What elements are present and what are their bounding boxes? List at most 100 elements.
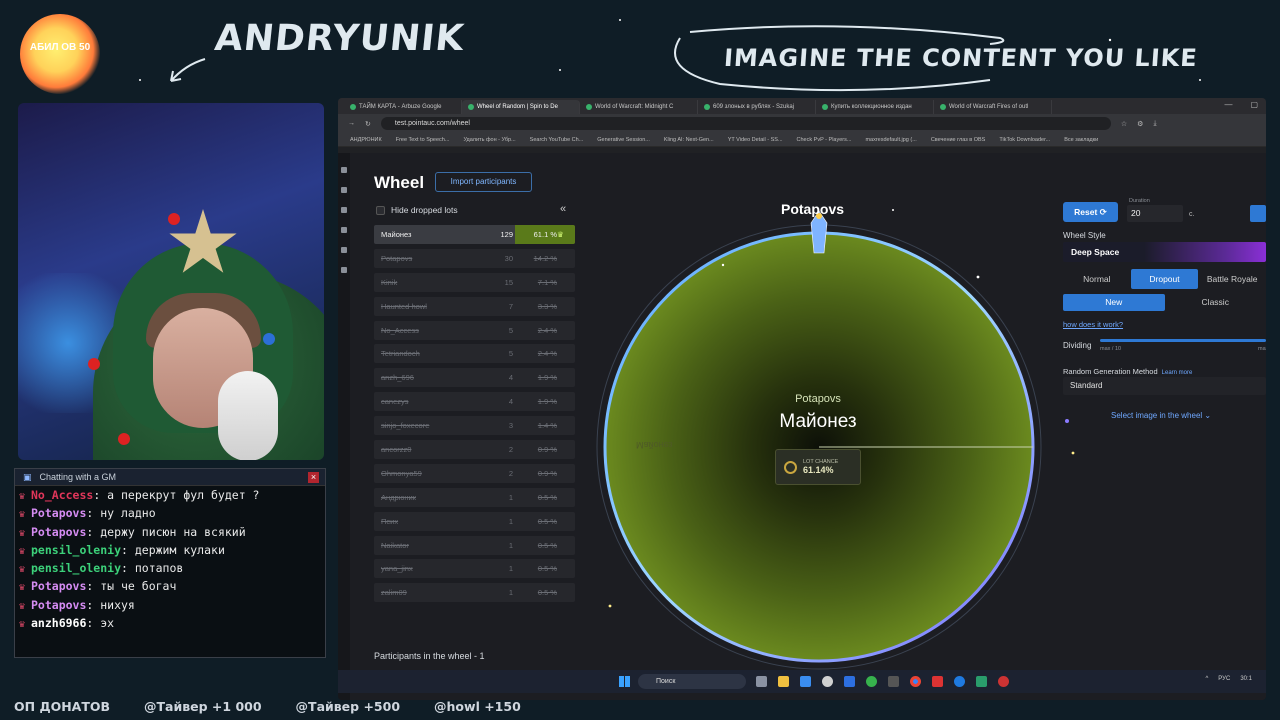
mode-dropout[interactable]: Dropout: [1130, 269, 1199, 289]
app-icon[interactable]: [844, 676, 855, 687]
back-icon[interactable]: →: [348, 120, 355, 127]
chat-username[interactable]: anzh6966: [31, 616, 86, 630]
wheel-center-subtitle: Potapovs: [795, 393, 841, 405]
store-icon[interactable]: [800, 676, 811, 687]
bookmark-item[interactable]: maxresdefault.jpg (...: [865, 137, 916, 143]
duration-unit: с.: [1189, 211, 1195, 218]
bookmark-item[interactable]: Free Text to Speech...: [396, 137, 450, 143]
badge-icon: ♛: [19, 545, 26, 557]
dividing-label: Dividing: [1063, 341, 1092, 350]
chat-username[interactable]: Potapovs: [31, 579, 86, 593]
app-icon[interactable]: [932, 676, 943, 687]
microphone: [218, 371, 278, 460]
xbox-icon[interactable]: [866, 676, 877, 687]
wheel-style-select[interactable]: Deep Space: [1063, 242, 1266, 262]
windows-start-icon[interactable]: [619, 676, 630, 687]
sub-mode-new[interactable]: New: [1063, 294, 1165, 311]
favicon-icon: [586, 104, 592, 110]
bookmark-item[interactable]: TikTok Downloader...: [999, 137, 1050, 143]
bookmark-star-icon[interactable]: ☆: [1121, 120, 1127, 128]
chat-username[interactable]: No_Access: [31, 488, 93, 502]
coin-icon: [784, 460, 797, 474]
streamer-name: ANDRYUNIK: [212, 18, 467, 59]
sub-mode-classic[interactable]: Classic: [1165, 294, 1267, 311]
channel-logo: АБИЛ ОВ 50: [20, 14, 100, 94]
reset-button[interactable]: Reset ⟳: [1063, 202, 1118, 222]
mode-battle-royale[interactable]: Battle Royale: [1198, 269, 1266, 289]
app-icon[interactable]: [976, 676, 987, 687]
address-bar: → ↻ test.pointauc.com/wheel ☆ ⚙ ⤓: [338, 114, 1266, 133]
bookmark-item[interactable]: Generative Session...: [597, 137, 650, 143]
mode-normal[interactable]: Normal: [1063, 269, 1131, 289]
badge-icon: ♛: [19, 509, 26, 521]
select-image-button[interactable]: Select image in the wheel ⌄: [1111, 411, 1211, 420]
tab-1[interactable]: Wheel of Random | Spin to De: [462, 100, 580, 114]
clock: 30:1: [1240, 676, 1252, 682]
fullscreen-button[interactable]: [1250, 205, 1266, 222]
lot-chance-value: 61.14%: [803, 465, 834, 475]
duration-input[interactable]: 20: [1127, 205, 1183, 222]
badge-icon: ♛: [19, 527, 26, 539]
bookmark-item[interactable]: Свечение глаз в OBS: [931, 137, 986, 143]
duration-label: Duration: [1129, 198, 1150, 204]
chat-text: : потапов: [121, 561, 184, 576]
tab-label: 609 злоных в рублях - Szukaj: [713, 104, 795, 110]
tab-5[interactable]: World of Warcraft Fires of outl: [934, 100, 1052, 114]
favicon-icon: [350, 104, 356, 110]
app-icon[interactable]: [998, 676, 1009, 687]
maximize-icon[interactable]: ▢: [1250, 100, 1258, 109]
learn-more-link[interactable]: Learn more: [1162, 370, 1193, 376]
download-icon[interactable]: ⤓: [1153, 120, 1156, 128]
extensions-icon[interactable]: ⚙: [1137, 120, 1143, 128]
language-indicator[interactable]: РУС: [1218, 676, 1230, 682]
folder-icon[interactable]: [778, 676, 789, 687]
minimize-icon[interactable]: —: [1224, 100, 1232, 109]
bookmark-item[interactable]: Все закладки: [1064, 137, 1098, 143]
chat-text: : держу писюн на всякий: [86, 524, 246, 539]
system-tray: ^ РУС 30:1: [1205, 676, 1252, 682]
sub-mode-selector: New Classic: [1063, 294, 1266, 311]
window-controls: — ▢: [1224, 100, 1258, 109]
bookmark-item[interactable]: АНДРЮНИК: [350, 137, 382, 143]
random-method-select[interactable]: Standard: [1063, 377, 1266, 395]
close-icon[interactable]: ×: [308, 472, 319, 483]
tab-0[interactable]: ТАЙМ КАРТА - Arbuze Google: [344, 100, 462, 114]
tab-3[interactable]: 609 злоных в рублях - Szukaj: [698, 100, 816, 114]
chat-text: : ну ладно: [86, 506, 156, 521]
chat-username[interactable]: pensil_oleniy: [31, 561, 121, 575]
webcam-feed: [18, 103, 324, 460]
chevron-down-icon: ⌄: [1204, 411, 1212, 420]
dividing-min: max / 10: [1100, 346, 1122, 352]
taskview-icon[interactable]: [756, 676, 767, 687]
chat-username[interactable]: Potapovs: [31, 525, 86, 539]
chat-text: : а перекрут фул будет ?: [93, 488, 260, 502]
favicon-icon: [704, 104, 710, 110]
tab-4[interactable]: Купить коллекционное издан: [816, 100, 934, 114]
chevron-up-icon[interactable]: ^: [1205, 676, 1208, 682]
arrow-icon: [170, 58, 206, 82]
bookmark-item[interactable]: Check PvP - Players...: [797, 137, 852, 143]
chat-username[interactable]: Potapovs: [31, 598, 86, 612]
url-input[interactable]: test.pointauc.com/wheel: [380, 117, 1111, 130]
bookmark-item[interactable]: Kling AI: Next-Gen...: [664, 137, 714, 143]
wheel-page: Wheel Import participants Hide dropped l…: [338, 153, 1266, 700]
chat-message: ♛ Potapovs: ты че богач: [15, 577, 325, 595]
dividing-slider[interactable]: [1100, 339, 1266, 342]
chat-username[interactable]: pensil_oleniy: [31, 543, 121, 557]
badge-icon: ♛: [19, 491, 26, 502]
bookmark-item[interactable]: Удалить фон - Убр...: [463, 137, 515, 143]
wheel-style-label: Wheel Style: [1063, 231, 1106, 240]
terminal-icon[interactable]: [888, 676, 899, 687]
how-it-works-link[interactable]: how does it work?: [1063, 320, 1123, 329]
bookmark-item[interactable]: Search YouTube Ch...: [530, 137, 584, 143]
reload-icon[interactable]: ↻: [365, 120, 371, 128]
tab-2[interactable]: World of Warcraft: Midnight C: [580, 100, 698, 114]
app-icon[interactable]: [954, 676, 965, 687]
chat-message: ♛ pensil_oleniy: потапов: [15, 559, 325, 577]
badge-icon: ♛: [19, 564, 26, 576]
bookmark-item[interactable]: YT Video Detail - SS...: [728, 137, 783, 143]
chat-username[interactable]: Potapovs: [31, 506, 86, 520]
obs-icon[interactable]: [822, 676, 833, 687]
taskbar-search[interactable]: Поиск: [638, 674, 746, 689]
chrome-icon[interactable]: [910, 676, 921, 687]
